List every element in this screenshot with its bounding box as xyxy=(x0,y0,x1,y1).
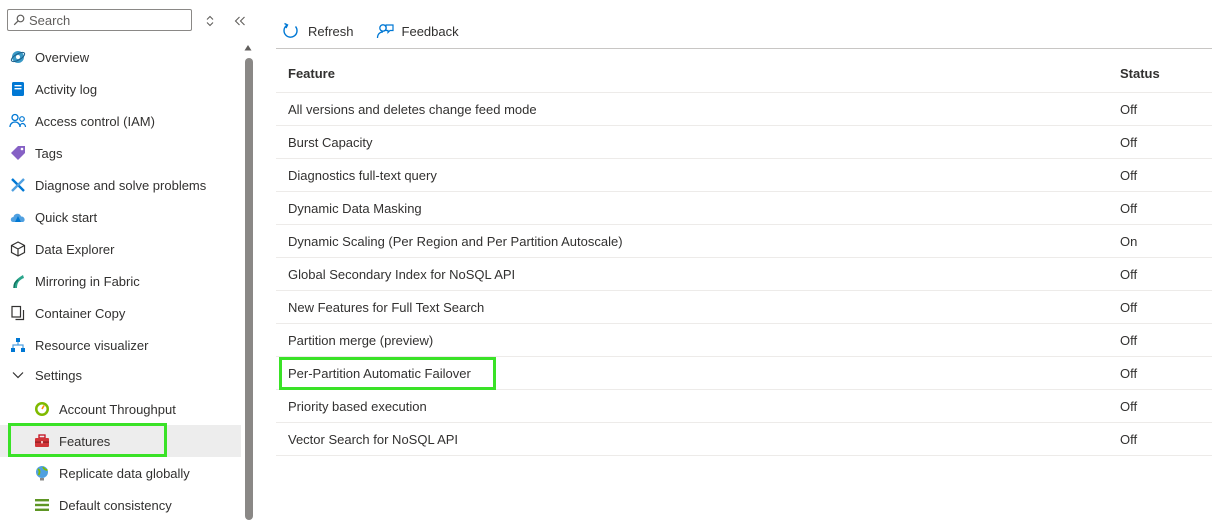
activity-log-icon xyxy=(9,80,27,98)
sidebar-item-container-copy[interactable]: Container Copy xyxy=(0,297,241,329)
table-row[interactable]: Dynamic Data Masking Off xyxy=(276,191,1212,225)
refresh-icon xyxy=(283,22,298,38)
cosmos-db-icon xyxy=(9,48,27,66)
sidebar-item-label: Resource visualizer xyxy=(35,337,149,353)
refresh-label: Refresh xyxy=(308,23,354,39)
people-icon xyxy=(9,112,27,130)
feature-name: Dynamic Data Masking xyxy=(276,191,1108,225)
sidebar-item-label: Default consistency xyxy=(59,497,172,513)
sidebar-item-access-control[interactable]: Access control (IAM) xyxy=(0,105,241,137)
feature-status: Off xyxy=(1108,158,1212,192)
feature-status: Off xyxy=(1108,389,1212,423)
sidebar-item-diagnose[interactable]: Diagnose and solve problems xyxy=(0,169,241,201)
sidebar-item-label: Activity log xyxy=(35,81,98,97)
feature-status: Off xyxy=(1108,92,1212,126)
sidebar-item-label: Replicate data globally xyxy=(59,465,190,481)
feature-name: Partition merge (preview) xyxy=(276,323,1108,357)
feature-name: All versions and deletes change feed mod… xyxy=(276,92,1108,126)
toolbox-icon xyxy=(33,432,51,450)
cloud-icon xyxy=(9,208,27,226)
table-row[interactable]: Global Secondary Index for NoSQL API Off xyxy=(276,257,1212,291)
table-row[interactable]: Dynamic Scaling (Per Region and Per Part… xyxy=(276,224,1212,258)
hierarchy-icon xyxy=(9,336,27,354)
table-row[interactable]: Burst Capacity Off xyxy=(276,125,1212,159)
sidebar-item-label: Mirroring in Fabric xyxy=(35,273,140,289)
cube-icon xyxy=(9,240,27,258)
sidebar-item-label: Features xyxy=(59,433,111,449)
feature-name: Priority based execution xyxy=(276,389,1108,423)
table-row[interactable]: Diagnostics full-text query Off xyxy=(276,158,1212,192)
command-bar: Refresh Feedback xyxy=(276,14,475,48)
table-row[interactable]: Vector Search for NoSQL API Off xyxy=(276,422,1212,456)
table-row[interactable]: All versions and deletes change feed mod… xyxy=(276,92,1212,126)
copy-icon xyxy=(9,304,27,322)
sidebar-item-account-throughput[interactable]: Account Throughput xyxy=(0,393,241,425)
feature-name: Diagnostics full-text query xyxy=(276,158,1108,192)
expand-collapse-icon[interactable] xyxy=(201,12,219,30)
collapse-menu-icon[interactable] xyxy=(231,12,249,30)
table-row[interactable]: New Features for Full Text Search Off xyxy=(276,290,1212,324)
feature-name: Vector Search for NoSQL API xyxy=(276,422,1108,456)
sidebar-item-label: Container Copy xyxy=(35,305,126,321)
toolbar-divider xyxy=(276,48,1212,49)
sidebar-item-tags[interactable]: Tags xyxy=(0,137,241,169)
feature-name: Global Secondary Index for NoSQL API xyxy=(276,257,1108,291)
resource-menu: Overview Activity log Access control (IA… xyxy=(0,0,255,520)
gauge-icon xyxy=(33,400,51,418)
scrollbar-thumb[interactable] xyxy=(245,58,253,520)
feature-status: Off xyxy=(1108,125,1212,159)
feature-status: Off xyxy=(1108,290,1212,324)
search-box[interactable] xyxy=(7,9,192,31)
sidebar-item-resource-visualizer[interactable]: Resource visualizer xyxy=(0,329,241,361)
feature-status: On xyxy=(1108,224,1212,258)
sidebar-item-label: Overview xyxy=(35,49,90,65)
sidebar-item-label: Quick start xyxy=(35,209,98,225)
sidebar-item-default-consistency[interactable]: Default consistency xyxy=(0,489,241,521)
refresh-button[interactable]: Refresh xyxy=(282,22,354,40)
sidebar-item-features[interactable]: Features xyxy=(0,425,241,457)
feature-name: New Features for Full Text Search xyxy=(276,290,1108,324)
column-header-status[interactable]: Status xyxy=(1108,54,1212,93)
fabric-icon xyxy=(9,272,27,290)
sidebar-group-settings[interactable]: Settings xyxy=(0,359,241,391)
feature-status: Off xyxy=(1108,323,1212,357)
feedback-label: Feedback xyxy=(401,23,459,39)
sidebar-item-label: Access control (IAM) xyxy=(35,113,155,129)
sidebar-scrollbar[interactable] xyxy=(243,44,253,520)
sidebar-item-data-explorer[interactable]: Data Explorer xyxy=(0,233,241,265)
sidebar-item-activity-log[interactable]: Activity log xyxy=(0,73,241,105)
chevron-down-icon xyxy=(9,366,27,384)
search-icon xyxy=(13,14,25,26)
feedback-button[interactable]: Feedback xyxy=(376,22,459,40)
search-input[interactable] xyxy=(29,12,179,28)
table-header-row: Feature Status xyxy=(276,54,1212,93)
feature-status: Off xyxy=(1108,356,1212,390)
sidebar-item-label: Tags xyxy=(35,145,63,161)
wrench-icon xyxy=(9,176,27,194)
feature-name: Burst Capacity xyxy=(276,125,1108,159)
sidebar-item-label: Settings xyxy=(35,367,82,383)
sidebar-item-label: Data Explorer xyxy=(35,241,115,257)
sidebar-item-label: Account Throughput xyxy=(59,401,176,417)
features-table: Feature Status All versions and deletes … xyxy=(276,54,1212,456)
sidebar-item-replicate-data-globally[interactable]: Replicate data globally xyxy=(0,457,241,489)
tag-icon xyxy=(9,144,27,162)
table-row[interactable]: Partition merge (preview) Off xyxy=(276,323,1212,357)
sidebar-item-overview[interactable]: Overview xyxy=(0,41,241,73)
feature-name: Per-Partition Automatic Failover xyxy=(276,356,1108,390)
sidebar-item-label: Diagnose and solve problems xyxy=(35,177,207,193)
feature-status: Off xyxy=(1108,422,1212,456)
table-row[interactable]: Priority based execution Off xyxy=(276,389,1212,423)
feature-status: Off xyxy=(1108,257,1212,291)
feature-status: Off xyxy=(1108,191,1212,225)
table-row[interactable]: Per-Partition Automatic Failover Off xyxy=(276,356,1212,390)
sidebar-item-mirroring-in-fabric[interactable]: Mirroring in Fabric xyxy=(0,265,241,297)
column-header-feature[interactable]: Feature xyxy=(276,54,1108,93)
list-icon xyxy=(33,496,51,514)
feedback-icon xyxy=(376,24,394,39)
feature-name: Dynamic Scaling (Per Region and Per Part… xyxy=(276,224,1108,258)
sidebar-item-quick-start[interactable]: Quick start xyxy=(0,201,241,233)
globe-icon xyxy=(33,464,51,482)
scroll-up-arrow-icon[interactable] xyxy=(244,44,252,52)
